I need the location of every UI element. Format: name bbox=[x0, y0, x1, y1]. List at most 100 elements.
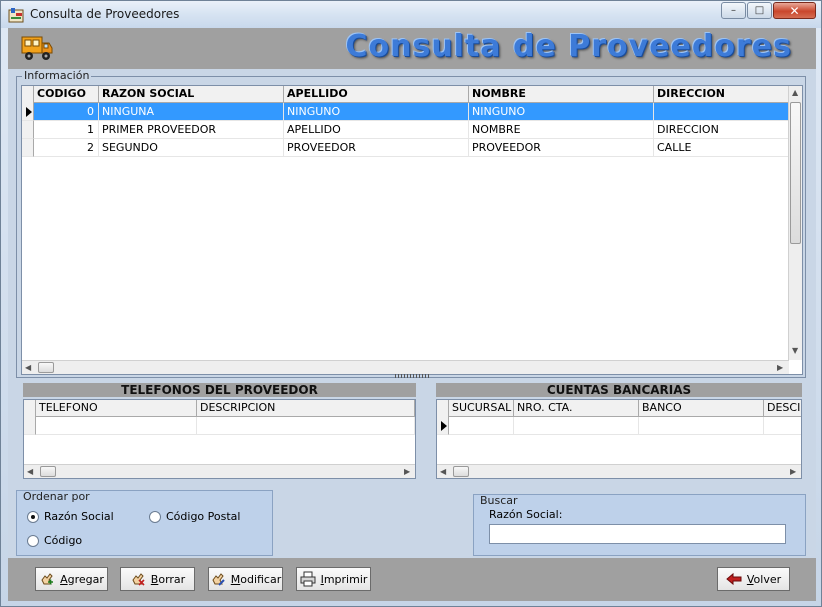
cell-nombre[interactable]: PROVEEDOR bbox=[469, 139, 654, 157]
scroll-right-icon[interactable]: ▶ bbox=[404, 467, 410, 476]
column-header-apellido[interactable]: APELLIDO bbox=[284, 86, 469, 103]
cell-codigo[interactable]: 2 bbox=[34, 139, 99, 157]
radio-checked-icon[interactable] bbox=[27, 510, 39, 523]
column-header-telefono[interactable]: TELEFONO bbox=[36, 400, 197, 417]
radio-unchecked-icon[interactable] bbox=[27, 534, 39, 547]
splitter-handle[interactable] bbox=[395, 374, 429, 378]
scroll-left-icon[interactable]: ◀ bbox=[25, 363, 31, 372]
cell-nombre[interactable]: NINGUNO bbox=[469, 103, 654, 121]
cell-direccion[interactable] bbox=[654, 103, 789, 121]
scroll-thumb[interactable] bbox=[790, 102, 801, 244]
scroll-left-icon[interactable]: ◀ bbox=[27, 467, 33, 476]
cell-nro-cta[interactable] bbox=[514, 417, 639, 435]
radio-codigo[interactable]: Código bbox=[27, 534, 82, 547]
scroll-right-icon[interactable]: ▶ bbox=[790, 467, 796, 476]
cell-descripcion[interactable] bbox=[197, 417, 415, 435]
table-row[interactable]: 2 SEGUNDO PROVEEDOR PROVEEDOR CALLE bbox=[22, 139, 789, 157]
radio-unchecked-icon[interactable] bbox=[149, 510, 161, 523]
cell-nombre[interactable]: NOMBRE bbox=[469, 121, 654, 139]
table-row[interactable] bbox=[24, 417, 415, 435]
ordenar-panel: Ordenar por Razón Social Código Postal C… bbox=[16, 490, 273, 556]
current-row-arrow-icon bbox=[26, 107, 32, 117]
title-bar[interactable]: Consulta de Proveedores – □ ✕ bbox=[1, 1, 821, 28]
buscar-label: Buscar bbox=[480, 494, 518, 507]
truck-icon bbox=[21, 36, 53, 60]
cell-direccion[interactable]: DIRECCION bbox=[654, 121, 789, 139]
cuentas-horizontal-scrollbar[interactable]: ◀ ▶ bbox=[437, 464, 801, 478]
radio-label: Código Postal bbox=[166, 510, 241, 523]
row-indicator-header bbox=[437, 400, 449, 417]
current-row-arrow-icon bbox=[441, 421, 447, 431]
telefonos-horizontal-scrollbar[interactable]: ◀ ▶ bbox=[24, 464, 415, 478]
cell-descripcion[interactable] bbox=[764, 417, 801, 435]
cell-apellido[interactable]: PROVEEDOR bbox=[284, 139, 469, 157]
imprimir-button[interactable]: Imprimir bbox=[296, 567, 371, 591]
volver-label: Volver bbox=[746, 572, 782, 586]
table-row[interactable]: 0 NINGUNA NINGUNO NINGUNO bbox=[22, 103, 789, 121]
ordenar-label: Ordenar por bbox=[23, 490, 90, 503]
action-bar: Agregar Borrar Modificar Imprimir Volver bbox=[8, 558, 816, 601]
cell-razon-social[interactable]: PRIMER PROVEEDOR bbox=[99, 121, 284, 139]
cuentas-grid[interactable]: SUCURSAL NRO. CTA. BANCO DESCI ◀ ▶ bbox=[436, 399, 802, 479]
telefonos-grid-header: TELEFONO DESCRIPCION bbox=[24, 400, 415, 417]
radio-label: Código bbox=[44, 534, 83, 547]
cell-razon-social[interactable]: SEGUNDO bbox=[99, 139, 284, 157]
cell-codigo[interactable]: 0 bbox=[34, 103, 99, 121]
cell-codigo[interactable]: 1 bbox=[34, 121, 99, 139]
agregar-button[interactable]: Agregar bbox=[35, 567, 108, 591]
modificar-button[interactable]: Modificar bbox=[208, 567, 283, 591]
telefonos-grid[interactable]: TELEFONO DESCRIPCION ◀ ▶ bbox=[23, 399, 416, 479]
scroll-thumb[interactable] bbox=[453, 466, 469, 477]
razon-social-search-input[interactable] bbox=[489, 524, 786, 544]
volver-button[interactable]: Volver bbox=[717, 567, 790, 591]
table-row[interactable]: 1 PRIMER PROVEEDOR APELLIDO NOMBRE DIREC… bbox=[22, 121, 789, 139]
scroll-up-icon[interactable]: ▲ bbox=[792, 88, 798, 97]
row-indicator bbox=[22, 121, 34, 139]
column-header-nombre[interactable]: NOMBRE bbox=[469, 86, 654, 103]
providers-grid-header: CODIGO RAZON SOCIAL APELLIDO NOMBRE DIRE… bbox=[22, 86, 789, 103]
minimize-button[interactable]: – bbox=[721, 2, 746, 19]
borrar-button[interactable]: Borrar bbox=[120, 567, 195, 591]
column-header-nro-cta[interactable]: NRO. CTA. bbox=[514, 400, 639, 417]
telefonos-title: TELEFONOS DEL PROVEEDOR bbox=[23, 383, 416, 397]
column-header-descripcion[interactable]: DESCRIPCION bbox=[197, 400, 415, 417]
providers-horizontal-scrollbar[interactable]: ◀ ▶ bbox=[22, 360, 789, 374]
cuentas-title: CUENTAS BANCARIAS bbox=[436, 383, 802, 397]
scroll-thumb[interactable] bbox=[40, 466, 56, 477]
page-banner: Consulta de Proveedores bbox=[345, 29, 792, 64]
column-header-razon-social[interactable]: RAZON SOCIAL bbox=[99, 86, 284, 103]
row-indicator bbox=[22, 139, 34, 157]
column-header-banco[interactable]: BANCO bbox=[639, 400, 764, 417]
cell-banco[interactable] bbox=[639, 417, 764, 435]
scroll-left-icon[interactable]: ◀ bbox=[440, 467, 446, 476]
cell-sucursal[interactable] bbox=[449, 417, 514, 435]
cuentas-grid-header: SUCURSAL NRO. CTA. BANCO DESCI bbox=[437, 400, 801, 417]
scroll-down-icon[interactable]: ▼ bbox=[792, 346, 798, 355]
imprimir-label: Imprimir bbox=[320, 572, 368, 586]
providers-vertical-scrollbar[interactable]: ▲ ▼ bbox=[788, 86, 802, 360]
window-controls: – □ ✕ bbox=[720, 2, 816, 19]
scroll-right-icon[interactable]: ▶ bbox=[777, 363, 783, 372]
cell-razon-social[interactable]: NINGUNA bbox=[99, 103, 284, 121]
column-header-direccion[interactable]: DIRECCION bbox=[654, 86, 789, 103]
printer-icon bbox=[300, 571, 316, 587]
maximize-button[interactable]: □ bbox=[747, 2, 772, 19]
radio-codigo-postal[interactable]: Código Postal bbox=[149, 510, 240, 523]
column-header-sucursal[interactable]: SUCURSAL bbox=[449, 400, 514, 417]
table-row[interactable] bbox=[437, 417, 801, 435]
radio-razon-social[interactable]: Razón Social bbox=[27, 510, 114, 523]
cell-apellido[interactable]: APELLIDO bbox=[284, 121, 469, 139]
close-button[interactable]: ✕ bbox=[773, 2, 816, 19]
modificar-label: Modificar bbox=[230, 572, 282, 586]
providers-grid[interactable]: CODIGO RAZON SOCIAL APELLIDO NOMBRE DIRE… bbox=[21, 85, 803, 375]
cell-direccion[interactable]: CALLE bbox=[654, 139, 789, 157]
cell-telefono[interactable] bbox=[36, 417, 197, 435]
column-header-descripcion[interactable]: DESCI bbox=[764, 400, 801, 417]
scroll-thumb[interactable] bbox=[38, 362, 54, 373]
borrar-label: Borrar bbox=[150, 572, 186, 586]
cell-apellido[interactable]: NINGUNO bbox=[284, 103, 469, 121]
edit-hand-icon bbox=[212, 573, 225, 586]
back-arrow-icon bbox=[726, 572, 742, 586]
column-header-codigo[interactable]: CODIGO bbox=[34, 86, 99, 103]
delete-hand-icon bbox=[132, 573, 145, 586]
